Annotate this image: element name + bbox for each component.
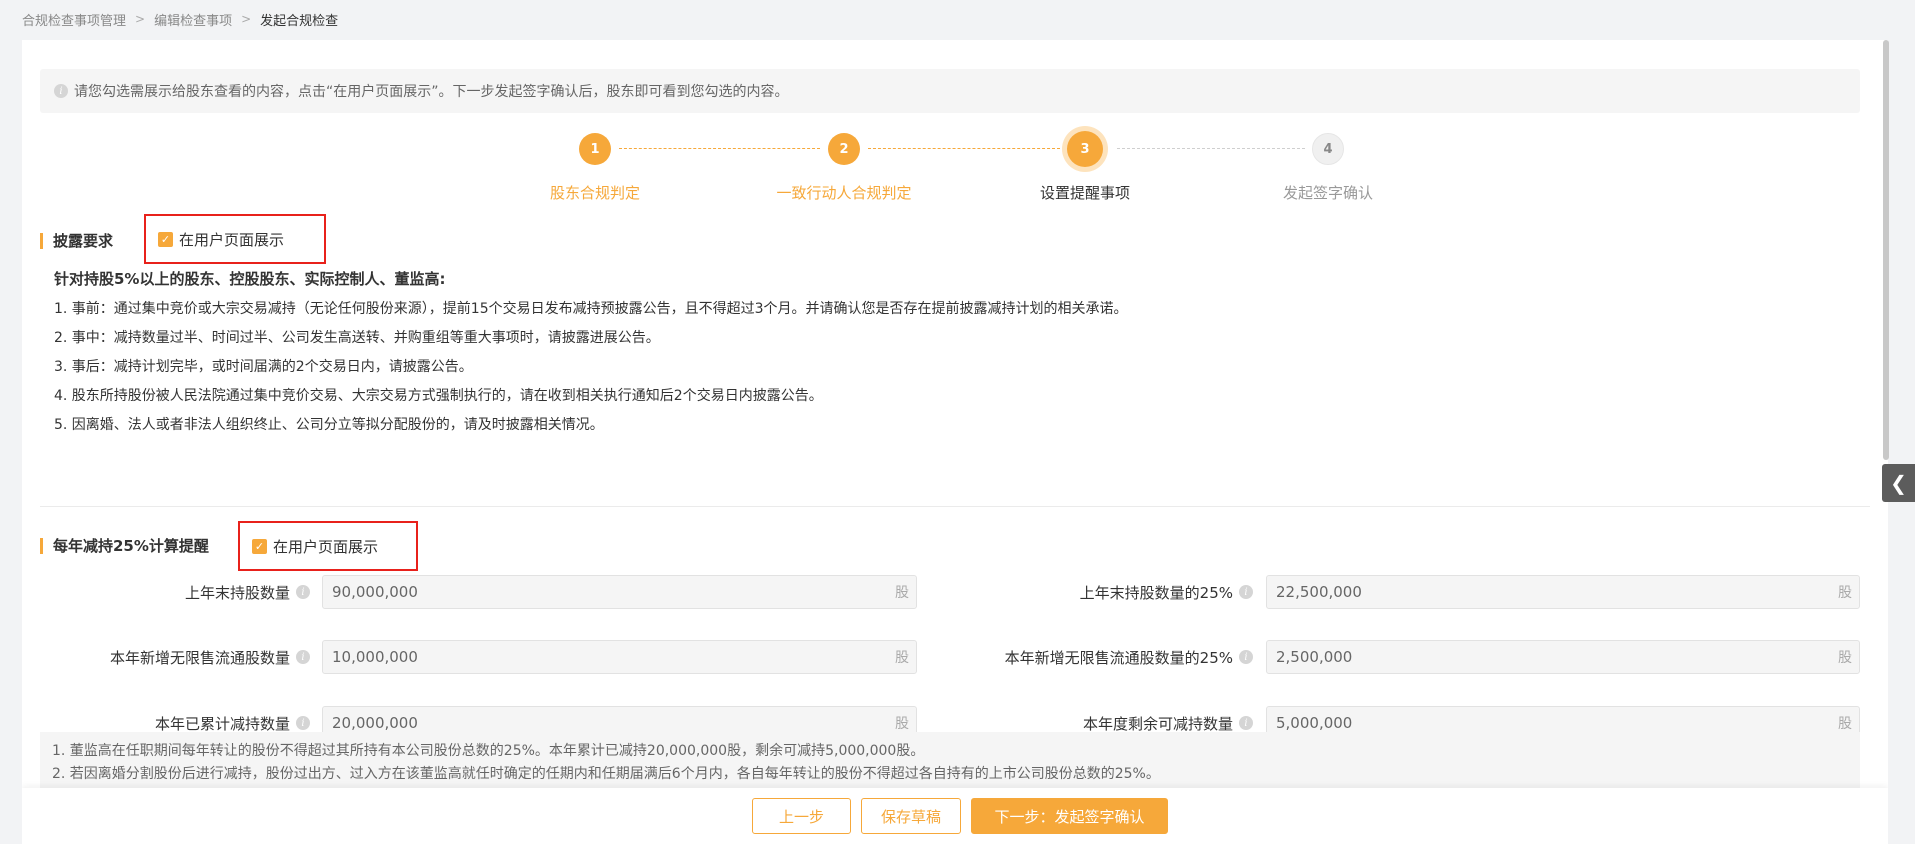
tip-text: 请您勾选需展示给股东查看的内容，点击“在用户页面展示”。下一步发起签字确认后，股…	[74, 84, 789, 100]
check-icon: ✓	[252, 538, 267, 554]
new-unrestricted-25-input[interactable]: 2,500,000 股	[1266, 640, 1860, 674]
step-1-label: 股东合规判定	[549, 184, 641, 202]
tip-banner: i 请您勾选需展示给股东查看的内容，点击“在用户页面展示”。下一步发起签字确认后…	[40, 69, 1860, 113]
step-connector	[868, 148, 1060, 149]
annual-note: 1. 董监高在任职期间每年转让的股份不得超过其所持有本公司股份总数的25%。本年…	[52, 743, 925, 759]
steps-progress: 1 2 3 4 股东合规判定 一致行动人合规判定 设置提醒事项 发起签字确认	[22, 131, 1888, 203]
scrollbar[interactable]	[1881, 40, 1891, 460]
unit-label: 股	[1838, 716, 1852, 732]
field-label-text: 本年度剩余可减持数量	[1082, 714, 1233, 733]
info-icon[interactable]: i	[1239, 585, 1253, 599]
step-2-label: 一致行动人合规判定	[776, 184, 912, 202]
chevron-left-icon[interactable]: ❮	[1882, 464, 1915, 502]
breadcrumb-item-edit-items[interactable]: 编辑检查事项	[154, 10, 232, 29]
section-divider	[40, 506, 1870, 507]
field-label-text: 本年已累计减持数量	[154, 714, 290, 733]
step-3-label: 设置提醒事项	[1039, 184, 1131, 202]
annual-section-title: 每年减持25%计算提醒	[40, 535, 209, 556]
field-label: 本年新增无限售流通股数量 i	[22, 647, 310, 668]
info-icon: i	[54, 84, 68, 98]
disclosure-rules: 针对持股5%以上的股东、控股股东、实际控制人、董监高: 1. 事前：通过集中竞价…	[54, 268, 1128, 440]
disclosure-rule: 1. 事前：通过集中竞价或大宗交易减持（无论任何股份来源），提前15个交易日发布…	[54, 301, 1128, 317]
step-1-circle: 1	[579, 133, 611, 165]
annual-show-checkbox[interactable]: ✓ 在用户页面展示	[238, 521, 418, 571]
last-year-holding-25-input[interactable]: 22,500,000 股	[1266, 575, 1860, 609]
step-connector	[619, 148, 820, 149]
new-unrestricted-input[interactable]: 10,000,000 股	[322, 640, 917, 674]
chevron-right-icon: >	[241, 12, 252, 26]
info-icon[interactable]: i	[1239, 650, 1253, 664]
next-step-button[interactable]: 下一步：发起签字确认	[971, 798, 1168, 834]
annual-show-label: 在用户页面展示	[273, 537, 379, 556]
save-draft-button[interactable]: 保存草稿	[861, 798, 961, 834]
chevron-right-icon: >	[135, 12, 146, 26]
field-label: 上年末持股数量 i	[22, 582, 310, 603]
prev-step-button[interactable]: 上一步	[752, 798, 851, 834]
field-label-text: 本年新增无限售流通股数量	[109, 648, 290, 667]
disclosure-rule: 2. 事中：减持数量过半、时间过半、公司发生高送转、并购重组等重大事项时，请披露…	[54, 330, 660, 346]
disclosure-heading: 针对持股5%以上的股东、控股股东、实际控制人、董监高:	[54, 270, 446, 288]
annual-title-text: 每年减持25%计算提醒	[53, 537, 209, 555]
field-label: 上年末持股数量的25% i	[922, 582, 1253, 603]
disclosure-show-checkbox[interactable]: ✓ 在用户页面展示	[144, 214, 326, 264]
breadcrumb-current: 发起合规检查	[260, 13, 339, 29]
disclosure-rule: 4. 股东所持股份被人民法院通过集中竞价交易、大宗交易方式强制执行的，请在收到相…	[54, 388, 823, 404]
unit-label: 股	[895, 650, 909, 666]
field-label-text: 上年末持股数量	[184, 583, 290, 602]
step-4-label: 发起签字确认	[1282, 184, 1374, 202]
field-value: 10,000,000	[332, 648, 418, 666]
info-icon[interactable]: i	[296, 650, 310, 664]
footer-actions: 上一步 保存草稿 下一步：发起签字确认	[22, 788, 1888, 844]
section-accent-bar	[40, 537, 43, 554]
disclosure-section-title: 披露要求	[40, 230, 113, 251]
main-card: i 请您勾选需展示给股东查看的内容，点击“在用户页面展示”。下一步发起签字确认后…	[22, 40, 1888, 844]
field-label-text: 上年末持股数量的25%	[1079, 583, 1233, 602]
unit-label: 股	[1838, 585, 1852, 601]
field-value: 20,000,000	[332, 714, 418, 732]
field-label: 本年度剩余可减持数量 i	[922, 713, 1253, 734]
field-value: 22,500,000	[1276, 583, 1362, 601]
field-label: 本年已累计减持数量 i	[22, 713, 310, 734]
field-label: 本年新增无限售流通股数量的25% i	[922, 647, 1253, 668]
scrollbar-thumb[interactable]	[1883, 40, 1889, 460]
info-icon[interactable]: i	[1239, 716, 1253, 730]
step-3-circle: 3	[1067, 131, 1103, 167]
step-connector	[1117, 148, 1305, 149]
disclosure-rule: 3. 事后：减持计划完毕，或时间届满的2个交易日内，请披露公告。	[54, 359, 473, 375]
disclosure-rule: 5. 因离婚、法人或者非法人组织终止、公司分立等拟分配股份的，请及时披露相关情况…	[54, 417, 604, 433]
field-value: 90,000,000	[332, 583, 418, 601]
check-icon: ✓	[158, 231, 173, 247]
unit-label: 股	[895, 585, 909, 601]
unit-label: 股	[895, 716, 909, 732]
field-label-text: 本年新增无限售流通股数量的25%	[1004, 648, 1233, 667]
step-2-circle: 2	[828, 133, 860, 165]
last-year-holding-input[interactable]: 90,000,000 股	[322, 575, 917, 609]
disclosure-show-label: 在用户页面展示	[179, 230, 285, 249]
step-4-circle: 4	[1312, 133, 1344, 165]
breadcrumb: 合规检查事项管理 > 编辑检查事项 > 发起合规检查	[22, 8, 338, 30]
disclosure-title-text: 披露要求	[53, 232, 114, 250]
unit-label: 股	[1838, 650, 1852, 666]
section-accent-bar	[40, 232, 43, 249]
breadcrumb-item-compliance-management[interactable]: 合规检查事项管理	[22, 10, 126, 29]
field-value: 5,000,000	[1276, 714, 1353, 732]
info-icon[interactable]: i	[296, 585, 310, 599]
annual-note: 2. 若因离婚分割股份后进行减持，股份过出方、过入方在该董监高就任时确定的任期内…	[52, 766, 1160, 782]
info-icon[interactable]: i	[296, 716, 310, 730]
field-value: 2,500,000	[1276, 648, 1353, 666]
